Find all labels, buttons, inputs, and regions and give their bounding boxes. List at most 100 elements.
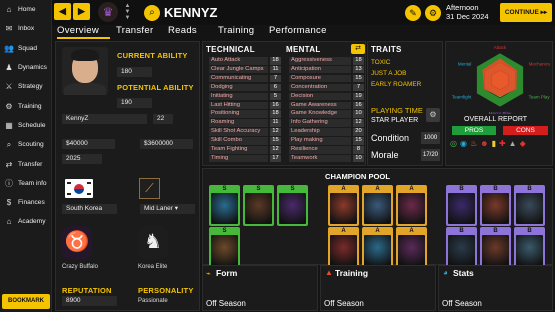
sidebar-item-label: Transfer <box>18 160 43 168</box>
sidebar-item-academy[interactable]: ⌂ Academy <box>0 212 51 231</box>
finances-icon: $ <box>6 198 12 208</box>
forward-button[interactable]: ▶ <box>73 3 90 20</box>
condition-value: 1000 <box>421 132 440 144</box>
attribute-value: 20 <box>353 128 364 136</box>
attribute-row: Skill Combo 15 <box>209 137 281 145</box>
attribute-name: Timing <box>209 154 268 163</box>
attribute-value: 8 <box>353 146 364 154</box>
attribute-name: Resilience <box>289 146 351 154</box>
pros-tab[interactable]: PROS <box>452 126 496 135</box>
champion-portrait <box>482 235 509 266</box>
sidebar-item-team-info[interactable]: ⓘ Team info <box>0 174 51 193</box>
champion-card[interactable]: B <box>446 227 477 268</box>
sidebar-item-dynamics[interactable]: ♟ Dynamics <box>0 58 51 77</box>
attribute-value: 12 <box>353 119 364 127</box>
training-icon: ⚙ <box>5 101 13 111</box>
edit-icon[interactable]: ✎ <box>405 5 421 21</box>
attribute-name: Leadership <box>289 128 351 136</box>
playing-time-settings-icon[interactable]: ⚙ <box>426 108 440 122</box>
crazy-buffalo-logo-icon: ♉ <box>62 226 92 259</box>
sidebar-item-squad[interactable]: 👥 Squad <box>0 39 51 58</box>
champion-card[interactable]: S <box>243 185 274 226</box>
radar-label: Macro Play <box>489 111 512 114</box>
bookmark-button[interactable]: BOOKMARK <box>2 294 50 309</box>
attribute-value: 7 <box>270 74 281 83</box>
flame-icon[interactable]: ♨ <box>470 139 477 148</box>
champion-card[interactable]: S <box>209 185 240 226</box>
champion-card[interactable]: B <box>446 185 477 226</box>
tab-performance[interactable]: Performance <box>269 25 327 36</box>
tab-training[interactable]: Training <box>218 25 254 36</box>
sidebar-item-home[interactable]: ⌂ Home <box>0 0 51 19</box>
sidebar-item-label: Scouting <box>18 141 44 149</box>
sidebar-item-inbox[interactable]: ✉ Inbox <box>0 19 51 38</box>
tier-badge: B <box>527 228 532 234</box>
champion-pool-header: CHAMPION POOL <box>325 172 390 181</box>
attribute-name: Auto Attack <box>209 57 268 65</box>
sidebar-item-transfer[interactable]: ⇄ Transfer <box>0 154 51 173</box>
radar-label: Teamfight <box>452 95 472 100</box>
champion-portrait <box>330 235 357 266</box>
cross-icon[interactable]: ✚ <box>499 139 506 148</box>
champion-card[interactable]: A <box>362 227 393 268</box>
tab-reads[interactable]: Reads <box>168 25 197 36</box>
champion-card[interactable]: A <box>396 185 427 226</box>
personality-value: Passionate <box>138 298 168 304</box>
nickname-field: KennyZ <box>62 114 147 124</box>
champion-card[interactable]: A <box>328 227 359 268</box>
tab-overview[interactable]: Overview <box>57 25 99 36</box>
champion-card[interactable]: B <box>514 185 545 226</box>
attribute-value: 15 <box>270 137 281 145</box>
korea-elite-logo-icon: ♞ <box>138 226 168 259</box>
sidebar-item-scouting[interactable]: ⌕ Scouting <box>0 135 51 154</box>
dynamics-icon: ♟ <box>5 63 13 73</box>
champion-card[interactable]: B <box>514 227 545 268</box>
sidebar-item-schedule[interactable]: ▦ Schedule <box>0 116 51 135</box>
player-switcher[interactable]: ▲ ▼ ▼ <box>123 3 132 21</box>
current-ability-label: CURRENT ABILITY <box>117 51 188 60</box>
attribute-value: 15 <box>353 74 364 83</box>
sidebar-item-label: Training <box>18 102 42 110</box>
potential-ability-value: 190 <box>117 98 152 108</box>
target-icon[interactable]: ◎ <box>450 139 457 148</box>
attribute-row: Info Gathering 12 <box>289 119 364 127</box>
rank-icon[interactable]: ▲ <box>509 139 517 148</box>
team-left-name: Crazy Buffalo <box>62 264 98 270</box>
cons-tab[interactable]: CONS <box>503 126 548 135</box>
form-value: Off Season <box>206 299 246 308</box>
champion-portrait <box>364 193 391 224</box>
champion-card[interactable]: B <box>480 185 511 226</box>
globe-icon[interactable]: ◉ <box>460 139 467 148</box>
search-icon[interactable]: ⌕ <box>144 5 160 21</box>
chart-icon[interactable]: ▮ <box>492 139 496 148</box>
traits-panel: ⇄ TRAITS TOXIC JUST A JOB EARLY ROAMER P… <box>351 41 443 166</box>
champion-card[interactable]: A <box>328 185 359 226</box>
champion-card[interactable]: S <box>209 227 240 268</box>
tab-transfer[interactable]: Transfer <box>116 25 153 36</box>
sidebar-item-label: Finances <box>18 199 45 207</box>
attribute-value: 18 <box>270 110 281 118</box>
mask-icon[interactable]: ☻ <box>480 139 488 148</box>
sidebar-item-finances[interactable]: $ Finances <box>0 193 51 212</box>
position-field[interactable]: Mid Laner ▾ <box>140 204 195 214</box>
champion-card[interactable]: A <box>396 227 427 268</box>
attribute-value: 5 <box>270 92 281 101</box>
attribute-row: Team Fighting 12 <box>209 146 281 154</box>
champion-card[interactable]: S <box>277 185 308 226</box>
champion-card[interactable]: B <box>480 227 511 268</box>
sidebar-item-training[interactable]: ⚙ Training <box>0 96 51 115</box>
wage-field: $3600000 <box>140 139 193 149</box>
south-korea-flag-icon <box>65 179 93 198</box>
attribute-name: Communicating <box>209 74 268 83</box>
sidebar-item-strategy[interactable]: ⚔ Strategy <box>0 77 51 96</box>
team-info-icon: ⓘ <box>5 178 13 188</box>
back-button[interactable]: ◀ <box>54 3 71 20</box>
champion-card[interactable]: A <box>362 185 393 226</box>
attribute-value: 18 <box>353 57 364 65</box>
potential-ability-label: POTENTIAL ABILITY <box>117 83 194 92</box>
continue-button[interactable]: CONTINUE ▸▸ <box>500 3 552 22</box>
sidebar-item-label: Dynamics <box>18 64 47 72</box>
compare-icon[interactable]: ⇄ <box>351 44 365 54</box>
warning-icon[interactable]: ◆ <box>520 139 526 148</box>
settings-gear-icon[interactable]: ⚙ <box>425 5 441 21</box>
